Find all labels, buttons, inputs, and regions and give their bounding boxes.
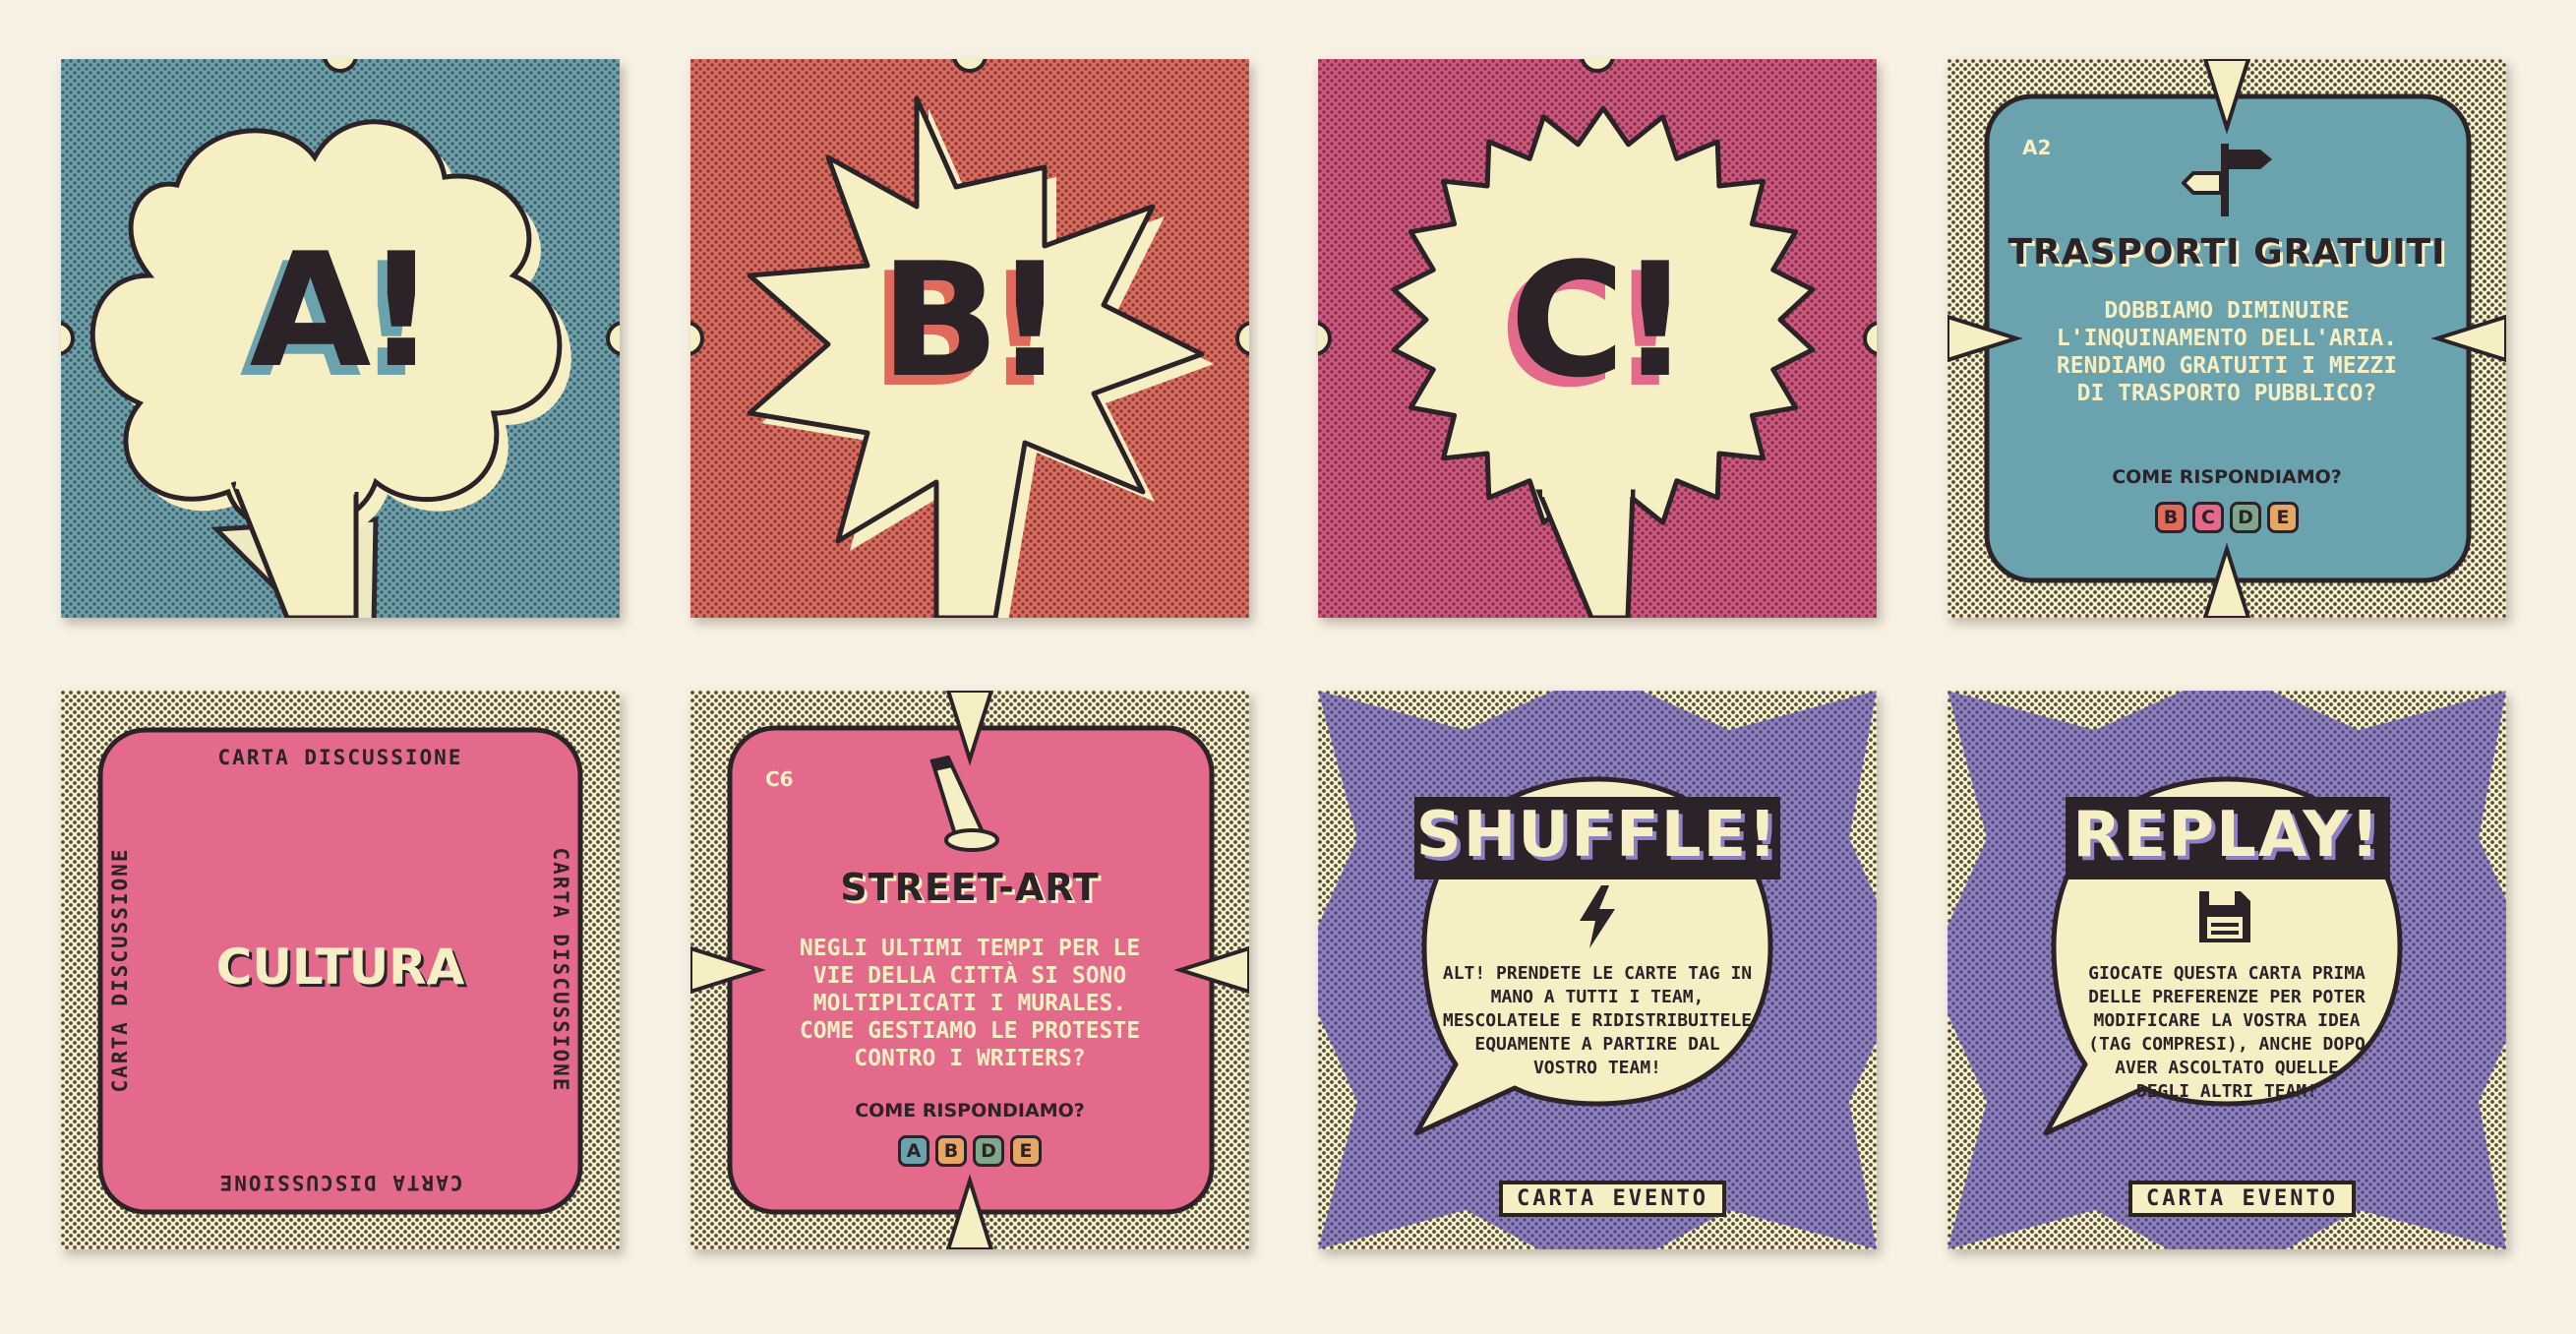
card-shuffle[interactable]: SHUFFLE! ALT! PRENDETE LE CARTE TAG IN M… bbox=[1318, 691, 1877, 1249]
tag-a[interactable]: A bbox=[898, 1135, 929, 1167]
side-label-bottom: CARTA DISCUSSIONE bbox=[217, 1171, 463, 1194]
card-code: C6 bbox=[765, 767, 794, 791]
card-street-art[interactable]: C6 STREET-ART NEGLI ULTIMI TEMPI PER LE … bbox=[690, 691, 1249, 1249]
question-label: COME RISPONDIAMO? bbox=[855, 1100, 1085, 1122]
tag-d[interactable]: D bbox=[973, 1135, 1004, 1167]
letter-c: C! bbox=[1509, 228, 1691, 412]
lightning-icon bbox=[1580, 885, 1615, 948]
card-title: TRASPORTI GRATUITI bbox=[2007, 232, 2446, 273]
card-title: CULTURA bbox=[215, 939, 465, 996]
side-label-top: CARTA DISCUSSIONE bbox=[217, 746, 463, 769]
event-badge: CARTA EVENTO bbox=[2128, 1181, 2356, 1217]
spotlight-icon bbox=[929, 755, 999, 852]
card-body: ALT! PRENDETE LE CARTE TAG IN MANO A TUT… bbox=[1442, 963, 1753, 1078]
tag-e[interactable]: E bbox=[2267, 502, 2299, 533]
letter-a: A! bbox=[249, 218, 438, 402]
card-body: DOBBIAMO DIMINUIRE L'INQUINAMENTO DELL'A… bbox=[2056, 298, 2398, 406]
card-code: A2 bbox=[2022, 136, 2052, 159]
card-cultura[interactable]: CARTA DISCUSSIONE CARTA DISCUSSIONE CART… bbox=[61, 691, 620, 1249]
card-body: GIOCATE QUESTA CARTA PRIMA DELLE PREFERE… bbox=[2088, 963, 2366, 1102]
card-title: STREET-ART bbox=[840, 866, 1100, 909]
card-b[interactable]: B! B! bbox=[690, 59, 1249, 618]
card-a[interactable]: A! A! bbox=[61, 59, 620, 618]
letter-b: B! bbox=[879, 228, 1066, 412]
event-badge: CARTA EVENTO bbox=[1499, 1181, 1726, 1217]
question-label: COME RISPONDIAMO? bbox=[2112, 466, 2342, 488]
signpost-icon bbox=[2182, 144, 2272, 216]
tag-d[interactable]: D bbox=[2230, 502, 2261, 533]
card-title: SHUFFLE! bbox=[1415, 799, 1779, 872]
tag-c[interactable]: C bbox=[2192, 502, 2224, 533]
card-trasporti-gratuiti[interactable]: A2 TRASPORTI GRATUITI DOBBIAMO DIMINUIRE… bbox=[1947, 59, 2506, 618]
floppy-disk-icon bbox=[2199, 891, 2250, 942]
card-c[interactable]: C! C! bbox=[1318, 59, 1877, 618]
card-body: NEGLI ULTIMI TEMPI PER LE VIE DELLA CITT… bbox=[799, 936, 1141, 1071]
tag-e[interactable]: E bbox=[1010, 1135, 1042, 1167]
tag-row: B C D E bbox=[1947, 502, 2506, 533]
tag-b[interactable]: B bbox=[935, 1135, 967, 1167]
card-replay[interactable]: REPLAY! GIOCATE QUESTA CARTA PRIMA DELLE… bbox=[1947, 691, 2506, 1249]
tag-row: A B D E bbox=[690, 1135, 1249, 1167]
card-title: REPLAY! bbox=[2072, 799, 2381, 872]
tag-b[interactable]: B bbox=[2155, 502, 2187, 533]
